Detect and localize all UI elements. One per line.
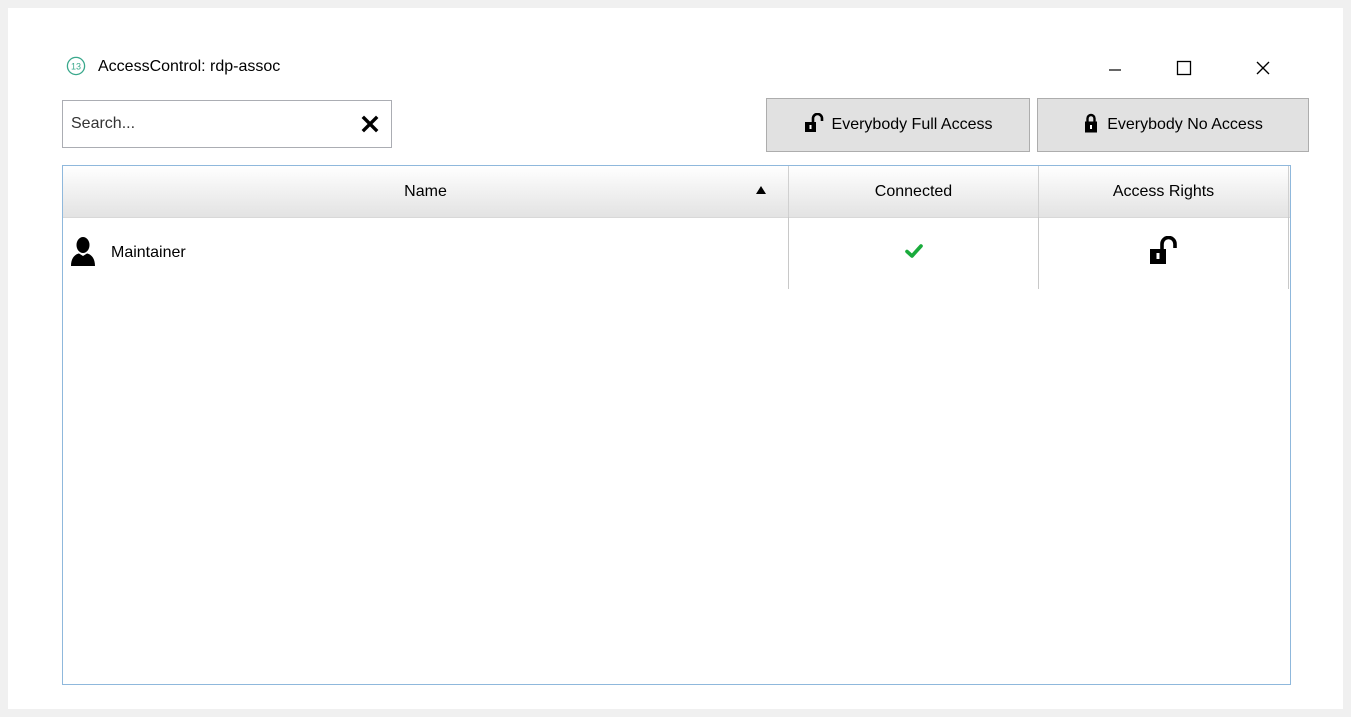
user-access-grid: Name Connected Access Rights Maintainer (62, 165, 1291, 685)
grid-header: Name Connected Access Rights (63, 166, 1290, 218)
minimize-icon (1109, 69, 1121, 71)
column-label-connected: Connected (874, 182, 953, 200)
maximize-icon (1176, 60, 1192, 76)
maximize-button[interactable] (1161, 52, 1207, 84)
user-silhouette-icon (69, 236, 97, 271)
sort-ascending-icon (756, 186, 766, 194)
unlocked-padlock-icon (1149, 235, 1179, 271)
everybody-no-access-button[interactable]: Everybody No Access (1037, 98, 1309, 152)
full-access-label: Everybody Full Access (831, 116, 993, 133)
column-header-name[interactable]: Name (63, 166, 789, 217)
column-label-name: Name (404, 182, 447, 200)
table-row[interactable]: Maintainer (63, 217, 1290, 289)
close-icon (1256, 61, 1270, 75)
search-box (62, 100, 392, 148)
clear-search-button[interactable] (361, 115, 379, 133)
column-header-connected[interactable]: Connected (789, 166, 1039, 217)
cell-name: Maintainer (63, 217, 789, 289)
column-header-access-rights[interactable]: Access Rights (1039, 166, 1289, 217)
checkmark-icon (904, 243, 923, 264)
column-label-access-rights: Access Rights (1112, 182, 1215, 200)
close-button[interactable] (1240, 52, 1286, 84)
locked-padlock-icon (1083, 113, 1101, 138)
everybody-full-access-button[interactable]: Everybody Full Access (766, 98, 1030, 152)
access-control-window: 13 AccessControl: rdp-assoc Search... Ev… (8, 8, 1343, 709)
cell-access-rights[interactable] (1039, 217, 1289, 289)
user-name: Maintainer (111, 244, 186, 261)
app-logo-icon: 13 (66, 56, 86, 76)
minimize-button[interactable] (1092, 52, 1138, 84)
window-title: AccessControl: rdp-assoc (98, 58, 281, 75)
svg-text:13: 13 (71, 62, 81, 72)
cell-connected (789, 217, 1039, 289)
title-bar: 13 AccessControl: rdp-assoc (8, 52, 1343, 84)
unlocked-padlock-icon (804, 112, 826, 138)
search-input[interactable] (63, 101, 343, 147)
clear-x-icon (361, 115, 379, 133)
no-access-label: Everybody No Access (1107, 116, 1263, 133)
